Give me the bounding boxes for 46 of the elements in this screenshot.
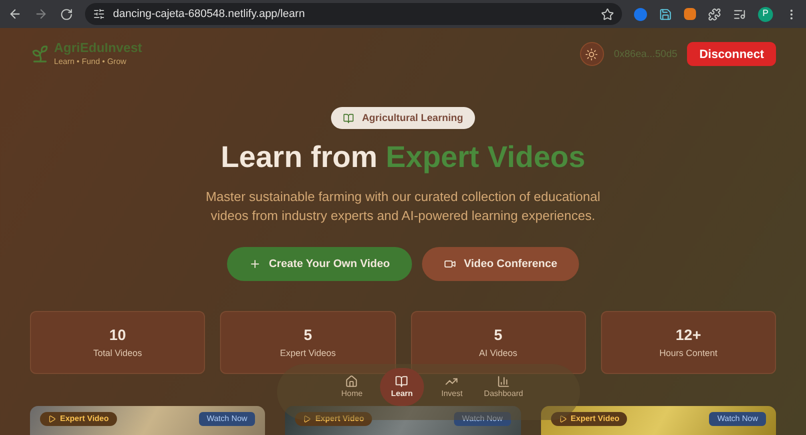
nav-tab[interactable]: Invest: [430, 368, 474, 406]
back-icon[interactable]: [8, 7, 22, 21]
brand-tagline: Learn • Fund • Grow: [54, 56, 128, 68]
reload-icon[interactable]: [60, 8, 73, 20]
section-badge: Agricultural Learning: [330, 107, 476, 129]
sun-icon: [585, 48, 598, 60]
watch-now-button[interactable]: Watch Now: [709, 412, 766, 426]
site-settings-icon[interactable]: [93, 8, 105, 20]
stat-value: 5: [304, 326, 312, 346]
page-subtitle: Master sustainable farming with our curated collection of educational videos from industry experts and AI-powered learning experiences.: [204, 188, 602, 225]
url-text: dancing-cajeta-680548.netlify.app/learn: [113, 6, 306, 22]
stat-label: AI Videos: [478, 347, 518, 360]
stat-value: 10: [109, 326, 126, 346]
puzzle-icon[interactable]: [708, 8, 721, 20]
video-thumbnail[interactable]: Expert Video Watch Now: [285, 406, 521, 435]
disconnect-button[interactable]: Disconnect: [687, 42, 776, 66]
stat-value: 12+: [676, 326, 702, 346]
bar-chart-icon: [496, 374, 510, 388]
page-heading: Learn from Expert Videos: [220, 141, 586, 175]
video-type-badge: Expert Video: [40, 412, 117, 426]
stat-label: Total Videos: [93, 347, 142, 360]
plus-icon: [248, 258, 261, 270]
video-camera-icon: [444, 258, 456, 270]
home-icon: [345, 374, 358, 388]
video-thumbnail[interactable]: Expert Video Watch Now: [30, 406, 266, 435]
nav-tab[interactable]: Dashboard: [480, 368, 528, 406]
stat-label: Expert Videos: [280, 347, 336, 360]
video-type-badge: Expert Video: [550, 412, 628, 426]
stat-value: 5: [494, 326, 502, 346]
video-type-badge: Expert Video: [295, 412, 372, 426]
address-bar[interactable]: dancing-cajeta-680548.netlify.app/learn: [85, 3, 622, 25]
create-video-button[interactable]: Create Your Own Video: [226, 247, 412, 281]
star-icon[interactable]: [601, 8, 614, 20]
sprout-logo-icon: [30, 44, 50, 64]
video-thumbnail[interactable]: Expert Video Watch Now: [540, 406, 776, 435]
watch-now-button[interactable]: Watch Now: [198, 412, 256, 426]
watch-now-button[interactable]: Watch Now: [454, 412, 511, 426]
media-icon[interactable]: [733, 8, 746, 20]
save-icon[interactable]: [659, 8, 672, 20]
nav-tab[interactable]: Learn: [380, 368, 424, 406]
theme-toggle[interactable]: [580, 42, 604, 66]
nav-tab[interactable]: Home: [330, 368, 374, 406]
stat-label: Hours Content: [659, 347, 718, 360]
book-icon: [395, 374, 408, 388]
profile-avatar[interactable]: P: [758, 6, 773, 22]
video-conference-button[interactable]: Video Conference: [422, 247, 580, 281]
